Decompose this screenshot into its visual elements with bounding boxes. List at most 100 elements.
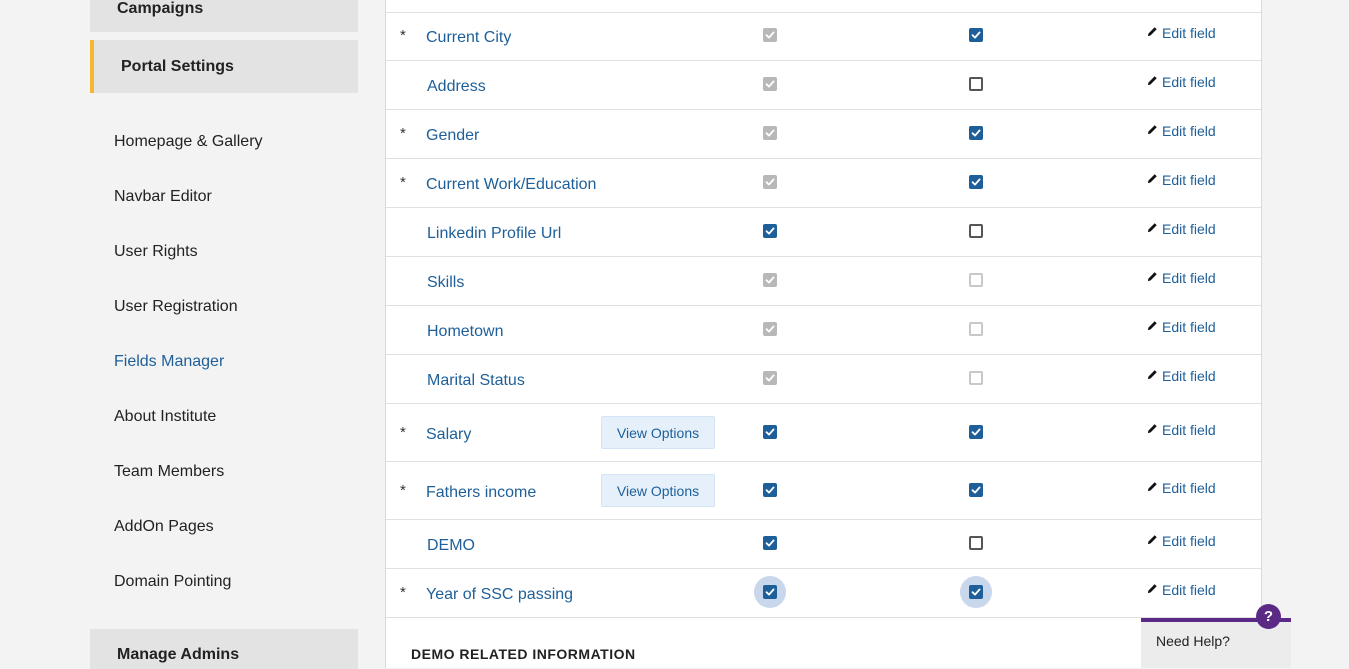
field-visible-checkbox[interactable]: [763, 585, 777, 599]
edit-field-label: Edit field: [1162, 368, 1216, 384]
field-name-link[interactable]: Year of SSC passing: [426, 586, 573, 604]
table-row: Skills Edit field: [386, 257, 1261, 306]
edit-field-link[interactable]: Edit field: [1147, 270, 1216, 287]
field-required-checkbox[interactable]: [969, 483, 983, 497]
field-visible-checkbox: [763, 77, 777, 91]
sidebar-group-campaigns[interactable]: Campaigns: [90, 0, 358, 32]
table-row: Hometown Edit field: [386, 306, 1261, 355]
required-marker: *: [400, 482, 406, 499]
edit-field-label: Edit field: [1162, 172, 1216, 188]
field-required-checkbox[interactable]: [969, 224, 983, 238]
table-row: DEMO Edit field: [386, 520, 1261, 569]
pencil-icon: [1147, 171, 1158, 187]
field-name-link[interactable]: Marital Status: [427, 372, 525, 390]
pencil-icon: [1147, 532, 1158, 548]
edit-field-link[interactable]: Edit field: [1147, 533, 1216, 550]
edit-field-label: Edit field: [1162, 533, 1216, 549]
field-name-link[interactable]: Gender: [426, 127, 479, 145]
sidebar-item-homepage-gallery[interactable]: Homepage & Gallery: [114, 133, 263, 151]
edit-field-link[interactable]: Edit field: [1147, 123, 1216, 140]
table-row: * Current City Edit field: [386, 12, 1261, 61]
field-visible-checkbox: [763, 28, 777, 42]
field-name-link[interactable]: Current City: [426, 29, 511, 47]
required-marker: *: [400, 27, 406, 44]
sidebar-item-user-registration[interactable]: User Registration: [114, 298, 238, 316]
table-row: Linkedin Profile Url Edit field: [386, 208, 1261, 257]
field-visible-checkbox[interactable]: [763, 224, 777, 238]
edit-field-label: Edit field: [1162, 480, 1216, 496]
edit-field-label: Edit field: [1162, 582, 1216, 598]
sidebar-item-team-members[interactable]: Team Members: [114, 463, 224, 481]
field-name-link[interactable]: Address: [427, 78, 486, 96]
field-name-link[interactable]: Fathers income: [426, 484, 536, 502]
field-visible-checkbox[interactable]: [763, 425, 777, 439]
edit-field-link[interactable]: Edit field: [1147, 422, 1216, 439]
field-visible-checkbox[interactable]: [763, 536, 777, 550]
pencil-icon: [1147, 318, 1158, 334]
table-row: * Gender Edit field: [386, 110, 1261, 159]
pencil-icon: [1147, 122, 1158, 138]
field-name-link[interactable]: DEMO: [427, 537, 475, 555]
required-marker: *: [400, 424, 406, 441]
table-row: * Fathers income View Options Edit field: [386, 462, 1261, 520]
sidebar-item-fields-manager[interactable]: Fields Manager: [114, 353, 224, 371]
edit-field-link[interactable]: Edit field: [1147, 319, 1216, 336]
field-name-link[interactable]: Salary: [426, 426, 471, 444]
field-visible-checkbox: [763, 322, 777, 336]
sidebar-item-domain-pointing[interactable]: Domain Pointing: [114, 573, 231, 591]
view-options-button[interactable]: View Options: [601, 416, 715, 449]
field-visible-checkbox: [763, 273, 777, 287]
edit-field-link[interactable]: Edit field: [1147, 582, 1216, 599]
edit-field-link[interactable]: Edit field: [1147, 25, 1216, 42]
field-required-checkbox[interactable]: [969, 77, 983, 91]
field-visible-checkbox: [763, 371, 777, 385]
sidebar-item-addon-pages[interactable]: AddOn Pages: [114, 518, 214, 536]
edit-field-link[interactable]: Edit field: [1147, 172, 1216, 189]
table-row: * Year of SSC passing Edit field: [386, 569, 1261, 618]
table-row: Address Edit field: [386, 61, 1261, 110]
sidebar-group-manage-admins[interactable]: Manage Admins: [90, 629, 358, 669]
required-marker: *: [400, 174, 406, 191]
pencil-icon: [1147, 421, 1158, 437]
field-required-checkbox[interactable]: [969, 175, 983, 189]
field-required-checkbox[interactable]: [969, 425, 983, 439]
sidebar-item-about-institute[interactable]: About Institute: [114, 408, 216, 426]
fields-table-panel: * Current City Edit field Address Edit field…: [385, 0, 1262, 668]
field-visible-checkbox: [763, 126, 777, 140]
field-required-checkbox[interactable]: [969, 28, 983, 42]
edit-field-label: Edit field: [1162, 123, 1216, 139]
edit-field-label: Edit field: [1162, 74, 1216, 90]
field-required-checkbox: [969, 371, 983, 385]
help-question-icon[interactable]: ?: [1256, 604, 1281, 629]
edit-field-label: Edit field: [1162, 221, 1216, 237]
field-required-checkbox[interactable]: [969, 126, 983, 140]
edit-field-link[interactable]: Edit field: [1147, 480, 1216, 497]
edit-field-link[interactable]: Edit field: [1147, 74, 1216, 91]
table-row: * Current Work/Education Edit field: [386, 159, 1261, 208]
edit-field-link[interactable]: Edit field: [1147, 221, 1216, 238]
pencil-icon: [1147, 581, 1158, 597]
pencil-icon: [1147, 367, 1158, 383]
field-name-link[interactable]: Linkedin Profile Url: [427, 225, 561, 243]
edit-field-link[interactable]: Edit field: [1147, 368, 1216, 385]
edit-field-label: Edit field: [1162, 270, 1216, 286]
sidebar-item-navbar-editor[interactable]: Navbar Editor: [114, 188, 212, 206]
field-required-checkbox[interactable]: [969, 585, 983, 599]
field-name-link[interactable]: Current Work/Education: [426, 176, 596, 194]
need-help-label: Need Help?: [1156, 633, 1230, 649]
field-required-checkbox[interactable]: [969, 536, 983, 550]
section-heading: DEMO RELATED INFORMATION: [411, 646, 636, 662]
field-visible-checkbox[interactable]: [763, 483, 777, 497]
edit-field-label: Edit field: [1162, 319, 1216, 335]
field-name-link[interactable]: Skills: [427, 274, 464, 292]
sidebar-item-user-rights[interactable]: User Rights: [114, 243, 198, 261]
pencil-icon: [1147, 73, 1158, 89]
pencil-icon: [1147, 220, 1158, 236]
view-options-button[interactable]: View Options: [601, 474, 715, 507]
field-required-checkbox: [969, 273, 983, 287]
edit-field-label: Edit field: [1162, 25, 1216, 41]
required-marker: *: [400, 125, 406, 142]
field-name-link[interactable]: Hometown: [427, 323, 503, 341]
sidebar-group-portal-settings[interactable]: Portal Settings: [90, 40, 358, 93]
pencil-icon: [1147, 24, 1158, 40]
